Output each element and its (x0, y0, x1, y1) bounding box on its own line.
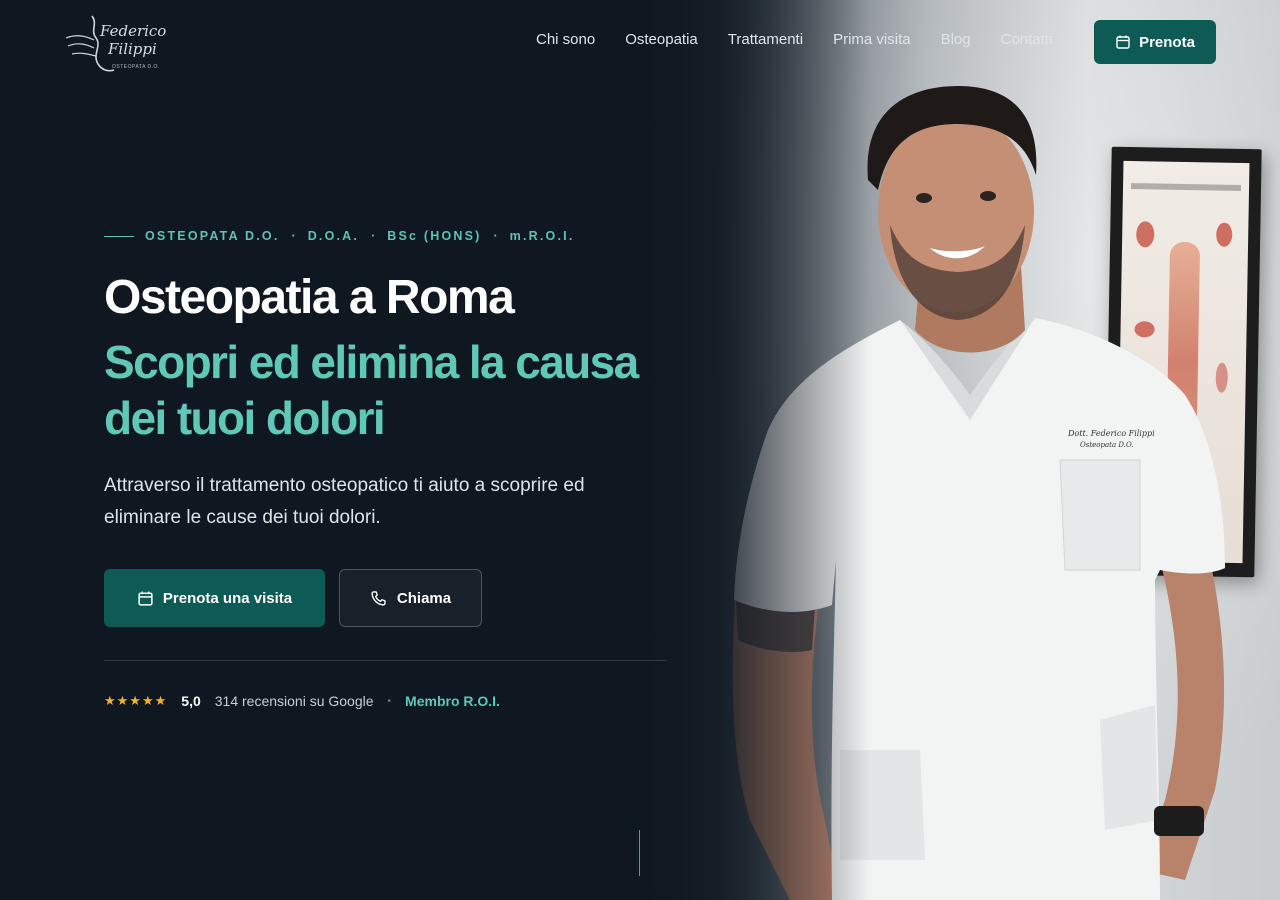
credentials-rule (104, 235, 134, 237)
calendar-icon (1115, 34, 1131, 50)
coat-embroidery-name: Dott. Federico Filippi (1067, 429, 1155, 438)
hero-divider (104, 660, 667, 661)
trust-bar: ★★★★★ 5,0 314 recensioni su Google • Mem… (104, 692, 500, 710)
rating-stars-icon: ★★★★★ (104, 693, 168, 708)
credential-separator: · (291, 229, 296, 243)
nav-chi-sono[interactable]: Chi sono (536, 31, 595, 51)
credential-doa: D.O.A. (307, 229, 360, 243)
credential-bsc: BSc (HONS) (387, 229, 482, 243)
book-visit-button[interactable]: Prenota una visita (104, 569, 325, 627)
credentials-line: OSTEOPATA D.O. · D.O.A. · BSc (HONS) · m… (104, 228, 575, 244)
hero-headline: Osteopatia a Roma (104, 271, 515, 324)
credential-separator: · (493, 229, 498, 243)
main-nav: Chi sono Osteopatia Trattamenti Prima vi… (536, 31, 1052, 51)
hero-intro: Attraverso il trattamento osteopatico ti… (104, 475, 585, 528)
nav-contatti[interactable]: Contatti (1001, 31, 1053, 51)
credential-separator: · (371, 229, 376, 243)
nav-osteopatia[interactable]: Osteopatia (625, 31, 698, 51)
call-button[interactable]: Chiama (339, 569, 482, 627)
hero-subheadline: Scopri ed elimina la causa dei tuoi dolo… (104, 336, 639, 444)
rating-value: 5,0 (181, 693, 201, 709)
photo-fade (640, 0, 870, 900)
book-button-label: Prenota (1139, 33, 1195, 51)
logo-name-last: Filippi (108, 40, 157, 58)
book-visit-label: Prenota una visita (162, 589, 293, 607)
scroll-indicator (639, 830, 640, 876)
nav-prima-visita[interactable]: Prima visita (833, 31, 911, 51)
calendar-icon (137, 590, 154, 607)
logo-tagline: OSTEOPATA D.O. (112, 64, 160, 70)
phone-icon (370, 590, 387, 607)
nav-blog[interactable]: Blog (941, 31, 971, 51)
membership-badge: Membro R.O.I. (405, 693, 500, 709)
nav-trattamenti[interactable]: Trattamenti (728, 31, 803, 51)
logo-name-first: Federico (100, 22, 167, 40)
credential-mroi: m.R.O.I. (509, 229, 575, 243)
call-label: Chiama (396, 589, 452, 607)
reviews-count[interactable]: 314 recensioni su Google (215, 693, 374, 709)
credential-osteopata: OSTEOPATA D.O. (145, 229, 280, 243)
book-button[interactable]: Prenota (1094, 20, 1216, 64)
coat-embroidery-title: Osteopata D.O. (1080, 441, 1134, 449)
trust-separator: • (387, 695, 392, 707)
brand-logo[interactable]: Federico Filippi OSTEOPATA D.O. (62, 10, 166, 74)
